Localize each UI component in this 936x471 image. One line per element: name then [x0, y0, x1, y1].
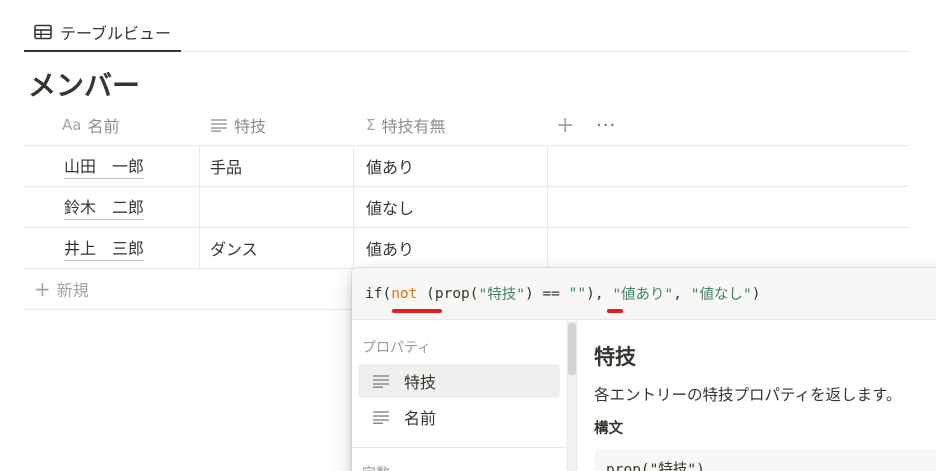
- detail-title: 特技: [594, 345, 636, 369]
- divider: [352, 447, 566, 448]
- formula-token: ,: [673, 285, 691, 302]
- formula-token: if(: [365, 285, 392, 302]
- empty-cell: [547, 146, 909, 186]
- has-skill-cell[interactable]: 値あり: [353, 228, 547, 268]
- column-header-has-skill[interactable]: Σ 特技有無: [366, 104, 446, 146]
- column-header-skill[interactable]: 特技: [210, 104, 266, 146]
- property-label: 特技: [404, 373, 437, 392]
- name-cell[interactable]: 鈴木 二郎: [24, 187, 199, 227]
- table-row[interactable]: 鈴木 二郎 値なし: [24, 187, 909, 228]
- syntax-code: prop("特技"): [594, 449, 936, 471]
- plus-icon: +: [34, 277, 51, 301]
- column-label: 名前: [87, 117, 120, 136]
- add-column-button[interactable]: +: [556, 104, 574, 146]
- text-lines-icon: [372, 374, 390, 388]
- text-lines-icon: [210, 118, 228, 132]
- text-lines-icon: [372, 410, 390, 424]
- section-label-properties: プロパティ: [362, 340, 432, 356]
- has-skill-cell[interactable]: 値なし: [353, 187, 547, 227]
- empty-cell: [547, 187, 909, 227]
- database-title[interactable]: メンバー: [28, 64, 140, 104]
- column-label: 特技: [234, 117, 267, 136]
- formula-string: "値あり": [612, 287, 674, 303]
- formula-token: ),: [586, 285, 613, 302]
- name-text: 山田 一郎: [64, 153, 145, 179]
- annotation-underline: [392, 309, 442, 313]
- skill-cell[interactable]: ダンス: [199, 228, 353, 268]
- property-item-skill[interactable]: 特技: [358, 364, 560, 398]
- new-row-label: 新規: [56, 281, 89, 300]
- syntax-label: 構文: [594, 421, 623, 437]
- formula-string-empty: "": [568, 285, 587, 302]
- table-row[interactable]: 井上 三郎 ダンス 値あり: [24, 228, 909, 269]
- name-text: 井上 三郎: [64, 235, 145, 261]
- property-list-pane: プロパティ 特技 名前: [352, 321, 566, 471]
- property-label: 名前: [404, 409, 437, 428]
- tab-label: テーブルビュー: [60, 24, 172, 43]
- scrollbar-thumb[interactable]: [568, 323, 576, 375]
- section-label-constants: 定数: [362, 463, 390, 471]
- detail-description: 各エントリーの特技プロパティを返します。: [594, 386, 902, 404]
- table-header: Aa 名前 特技 Σ 特技有無 + ···: [24, 104, 909, 146]
- title-property-icon: Aa: [62, 116, 82, 134]
- view-tab-bar: テーブルビュー: [24, 0, 909, 52]
- property-item-name[interactable]: 名前: [358, 400, 560, 434]
- has-skill-cell[interactable]: 値あり: [353, 146, 547, 186]
- annotation-underline: [607, 309, 623, 313]
- formula-editor-popup: if(not (prop("特技") == ""), "値あり", "値なし")…: [352, 268, 936, 471]
- name-text: 鈴木 二郎: [64, 194, 145, 220]
- column-header-name[interactable]: Aa 名前: [62, 104, 119, 146]
- empty-cell: [547, 228, 909, 268]
- name-cell[interactable]: 山田 一郎: [24, 146, 199, 186]
- formula-string: "特技": [478, 287, 525, 303]
- tab-table-view[interactable]: テーブルビュー: [24, 14, 182, 52]
- formula-token: ) ==: [524, 285, 569, 302]
- table-icon: [34, 24, 52, 40]
- scrollbar[interactable]: [566, 321, 578, 471]
- formula-token: (prop(: [417, 285, 479, 302]
- property-detail-pane: 特技 各エントリーの特技プロパティを返します。 構文 prop("特技"): [578, 321, 936, 471]
- name-cell[interactable]: 井上 三郎: [24, 228, 199, 268]
- more-options-button[interactable]: ···: [596, 104, 616, 146]
- skill-cell[interactable]: 手品: [199, 146, 353, 186]
- skill-cell[interactable]: [199, 187, 353, 227]
- sigma-icon: Σ: [366, 116, 376, 134]
- table-row[interactable]: 山田 一郎 手品 値あり: [24, 146, 909, 187]
- column-label: 特技有無: [381, 117, 446, 136]
- formula-string: "値なし": [690, 287, 752, 303]
- formula-keyword-not: not: [391, 285, 418, 302]
- formula-token: ): [751, 285, 761, 302]
